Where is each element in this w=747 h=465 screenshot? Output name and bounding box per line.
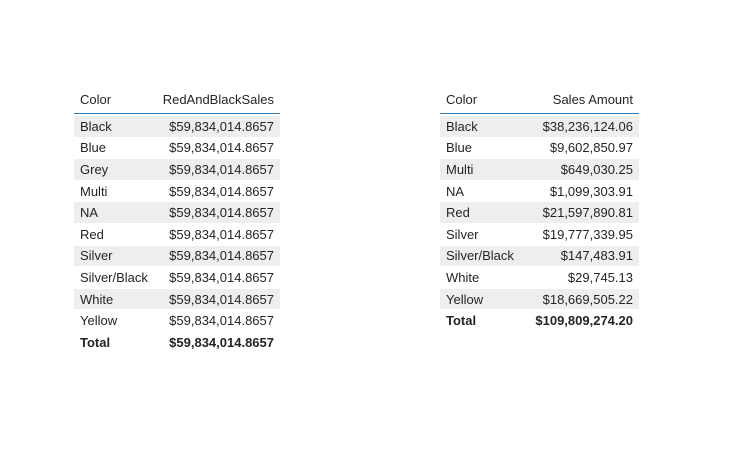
value-cell: $18,669,505.22	[523, 288, 639, 311]
table-row[interactable]: Black $38,236,124.06	[440, 116, 639, 138]
table-row[interactable]: White $59,834,014.8657	[74, 288, 280, 311]
red-and-black-sales-table[interactable]: Color RedAndBlackSales Black $59,834,014.…	[74, 86, 280, 353]
total-label: Total	[74, 330, 156, 353]
total-row: Total $109,809,274.20	[440, 309, 639, 332]
table-row[interactable]: Multi $59,834,014.8657	[74, 180, 280, 203]
table-row[interactable]: Silver $59,834,014.8657	[74, 245, 280, 268]
value-cell: $21,597,890.81	[523, 201, 639, 224]
color-cell: NA	[440, 180, 524, 203]
table-row[interactable]: NA $1,099,303.91	[440, 180, 639, 203]
table-row[interactable]: Blue $9,602,850.97	[440, 137, 639, 160]
table-row[interactable]: Silver/Black $59,834,014.8657	[74, 266, 280, 289]
color-cell: Yellow	[440, 288, 524, 311]
color-cell: Blue	[74, 137, 156, 160]
table-row[interactable]: Black $59,834,014.8657	[74, 116, 280, 138]
table-row[interactable]: Grey $59,834,014.8657	[74, 158, 280, 181]
table-header-row: Color RedAndBlackSales	[74, 86, 280, 114]
table-row[interactable]: Multi $649,030.25	[440, 158, 639, 181]
color-cell: Silver/Black	[74, 266, 156, 289]
table-row[interactable]: Silver $19,777,339.95	[440, 223, 639, 246]
column-header-red-and-black-sales[interactable]: RedAndBlackSales	[155, 86, 280, 114]
value-cell: $9,602,850.97	[523, 137, 639, 160]
value-cell: $59,834,014.8657	[155, 245, 280, 268]
value-cell: $649,030.25	[523, 158, 639, 181]
total-label: Total	[440, 309, 524, 332]
color-cell: Yellow	[74, 309, 156, 332]
value-cell: $59,834,014.8657	[155, 266, 280, 289]
value-cell: $59,834,014.8657	[155, 158, 280, 181]
color-cell: Multi	[74, 180, 156, 203]
table-row[interactable]: Yellow $59,834,014.8657	[74, 309, 280, 332]
color-cell: White	[74, 288, 156, 311]
color-cell: Red	[74, 223, 156, 246]
table-row[interactable]: NA $59,834,014.8657	[74, 201, 280, 224]
color-cell: Silver	[74, 245, 156, 268]
total-value: $109,809,274.20	[523, 309, 639, 332]
value-cell: $59,834,014.8657	[155, 201, 280, 224]
color-cell: Silver/Black	[440, 245, 524, 268]
color-cell: Black	[74, 116, 156, 138]
value-cell: $19,777,339.95	[523, 223, 639, 246]
table-row[interactable]: Yellow $18,669,505.22	[440, 288, 639, 311]
color-cell: Grey	[74, 158, 156, 181]
column-header-color[interactable]: Color	[74, 86, 156, 114]
value-cell: $59,834,014.8657	[155, 288, 280, 311]
column-header-color[interactable]: Color	[440, 86, 524, 114]
table-row[interactable]: Red $21,597,890.81	[440, 201, 639, 224]
table-header-row: Color Sales Amount	[440, 86, 639, 114]
table-row[interactable]: White $29,745.13	[440, 266, 639, 289]
color-cell: Blue	[440, 137, 524, 160]
value-cell: $59,834,014.8657	[155, 137, 280, 160]
sales-amount-table[interactable]: Color Sales Amount Black $38,236,124.06 B…	[440, 86, 639, 332]
color-cell: Silver	[440, 223, 524, 246]
color-cell: Red	[440, 201, 524, 224]
table-row[interactable]: Red $59,834,014.8657	[74, 223, 280, 246]
value-cell: $147,483.91	[523, 245, 639, 268]
table-row[interactable]: Blue $59,834,014.8657	[74, 137, 280, 160]
value-cell: $38,236,124.06	[523, 116, 639, 138]
value-cell: $29,745.13	[523, 266, 639, 289]
color-cell: Black	[440, 116, 524, 138]
color-cell: White	[440, 266, 524, 289]
value-cell: $1,099,303.91	[523, 180, 639, 203]
value-cell: $59,834,014.8657	[155, 180, 280, 203]
value-cell: $59,834,014.8657	[155, 116, 280, 138]
table-row[interactable]: Silver/Black $147,483.91	[440, 245, 639, 268]
color-cell: Multi	[440, 158, 524, 181]
color-cell: NA	[74, 201, 156, 224]
value-cell: $59,834,014.8657	[155, 309, 280, 332]
value-cell: $59,834,014.8657	[155, 223, 280, 246]
total-row: Total $59,834,014.8657	[74, 330, 280, 353]
total-value: $59,834,014.8657	[155, 330, 280, 353]
column-header-sales-amount[interactable]: Sales Amount	[523, 86, 639, 114]
